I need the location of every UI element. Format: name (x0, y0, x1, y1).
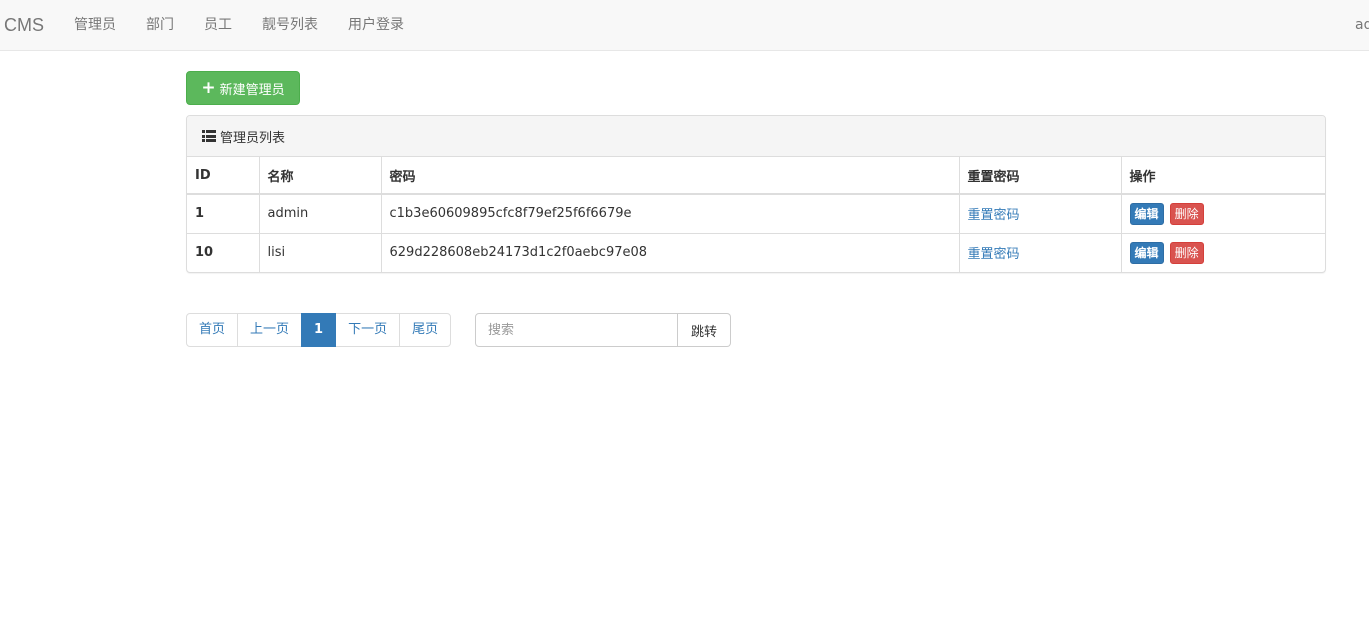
delete-button[interactable]: 删除 (1169, 202, 1204, 225)
nav-item-pretty-number[interactable]: 靓号列表 (262, 0, 318, 50)
page-current-button[interactable]: 1 (301, 313, 337, 347)
edit-button[interactable]: 编辑 (1129, 202, 1164, 225)
cell-reset: 重置密码 (958, 194, 1121, 233)
cell-id: 1 (195, 206, 205, 222)
nav-item-department[interactable]: 部门 (146, 0, 174, 50)
cell-id: 10 (187, 232, 259, 272)
search-input[interactable] (475, 313, 678, 347)
page-next-button[interactable]: 下一页 (335, 313, 401, 347)
delete-button[interactable]: 删除 (1169, 241, 1204, 264)
table-row: 1 admin c1b3e60609895cfc8f79ef25f6f6679e… (187, 194, 1325, 233)
admin-table: ID 名称 密码 重置密码 操作 1 admin c1b3e60609895cf… (187, 157, 1325, 272)
table-header-row: ID 名称 密码 重置密码 操作 (187, 157, 1325, 195)
cell-name: admin (258, 194, 381, 233)
nav-user-menu[interactable]: ad (1355, 0, 1369, 50)
panel-heading: 管理员列表 (187, 116, 1325, 157)
edit-button[interactable]: 编辑 (1129, 241, 1164, 264)
cell-actions: 编辑 删除 (1120, 194, 1325, 233)
cell-password: c1b3e60609895cfc8f79ef25f6f6679e (380, 194, 959, 233)
column-header-actions: 操作 (1120, 157, 1325, 195)
cell-name: lisi (258, 232, 381, 272)
nav-item-employee[interactable]: 员工 (204, 0, 232, 50)
list-icon (202, 130, 216, 142)
cell-password: 629d228608eb24173d1c2f0aebc97e08 (380, 232, 959, 272)
table-row: 10 lisi 629d228608eb24173d1c2f0aebc97e08… (187, 232, 1325, 272)
brand-logo[interactable]: CMS (4, 0, 44, 50)
panel-title: 管理员列表 (220, 130, 286, 146)
new-admin-button[interactable]: + 新建管理员 (186, 71, 300, 105)
reset-password-link[interactable]: 重置密码 (968, 208, 1020, 223)
column-header-name: 名称 (258, 157, 381, 195)
reset-password-link[interactable]: 重置密码 (968, 247, 1020, 262)
column-header-reset: 重置密码 (958, 157, 1121, 195)
plus-icon: + (201, 77, 216, 98)
page-first-button[interactable]: 首页 (186, 313, 239, 347)
admin-list-panel: 管理员列表 ID 名称 密码 重置密码 操作 1 admin c1b3e6060… (186, 115, 1326, 273)
search-group: 跳转 (475, 313, 731, 347)
new-admin-label: 新建管理员 (219, 82, 285, 98)
cell-actions: 编辑 删除 (1120, 232, 1325, 272)
column-header-id: ID (187, 157, 259, 195)
nav-item-user-login[interactable]: 用户登录 (348, 0, 404, 50)
page-prev-button[interactable]: 上一页 (237, 313, 303, 347)
cell-reset: 重置密码 (958, 232, 1121, 272)
navbar: CMS 管理员 部门 员工 靓号列表 用户登录 ad (0, 0, 1369, 51)
nav-item-admin[interactable]: 管理员 (74, 0, 116, 50)
jump-button[interactable]: 跳转 (678, 313, 731, 347)
pagination: 首页 上一页 1 下一页 尾页 (186, 313, 452, 347)
page-last-button[interactable]: 尾页 (399, 313, 452, 347)
column-header-password: 密码 (380, 157, 959, 195)
